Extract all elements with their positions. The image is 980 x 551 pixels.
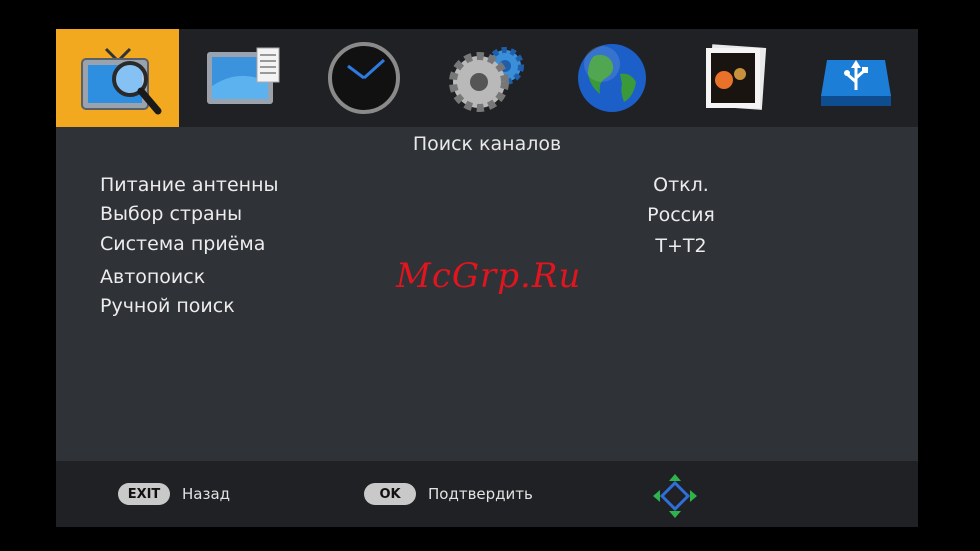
menu-item-auto-search[interactable]: Автопоиск: [100, 266, 205, 288]
clock-icon: [327, 42, 400, 114]
country-value: Россия: [647, 204, 715, 226]
exit-hint-label: Назад: [182, 485, 231, 503]
media-photo-icon: [705, 44, 766, 110]
tab-time[interactable]: [302, 29, 425, 127]
usb-drive-icon: [820, 60, 891, 106]
tab-media[interactable]: [674, 29, 797, 127]
watermark-text: McGrp.Ru: [396, 256, 582, 296]
menu-item-country[interactable]: Выбор страны: [100, 203, 242, 225]
tab-channel-search[interactable]: [56, 29, 179, 127]
tab-usb[interactable]: [794, 29, 917, 127]
settings-gears-icon: [448, 47, 524, 112]
exit-key-badge[interactable]: EXIT: [118, 483, 170, 505]
ok-hint-label: Подтвердить: [428, 485, 533, 503]
tv-picture-icon: [206, 47, 279, 104]
tab-language[interactable]: [550, 29, 673, 127]
menu-title: Поиск каналов: [412, 133, 562, 155]
tab-settings[interactable]: [426, 29, 549, 127]
menu-item-antenna-power[interactable]: Питание антенны: [100, 174, 279, 196]
channel-search-icon: [80, 47, 161, 115]
menu-item-manual-search[interactable]: Ручной поиск: [100, 295, 235, 317]
tv-menu-screen: Поиск каналов Питание антенны Откл. Выбо…: [56, 29, 918, 527]
reception-system-value: T+T2: [655, 235, 707, 257]
navigation-arrows-icon: [653, 474, 697, 518]
tab-picture[interactable]: [182, 29, 305, 127]
globe-icon: [577, 44, 646, 112]
footer-hint-bar: EXIT Назад OK Подтвердить: [56, 461, 918, 527]
top-icon-bar: [56, 29, 918, 127]
ok-key-badge[interactable]: OK: [364, 483, 416, 505]
menu-item-reception-system[interactable]: Система приёма: [100, 233, 265, 255]
antenna-power-value: Откл.: [653, 174, 709, 196]
